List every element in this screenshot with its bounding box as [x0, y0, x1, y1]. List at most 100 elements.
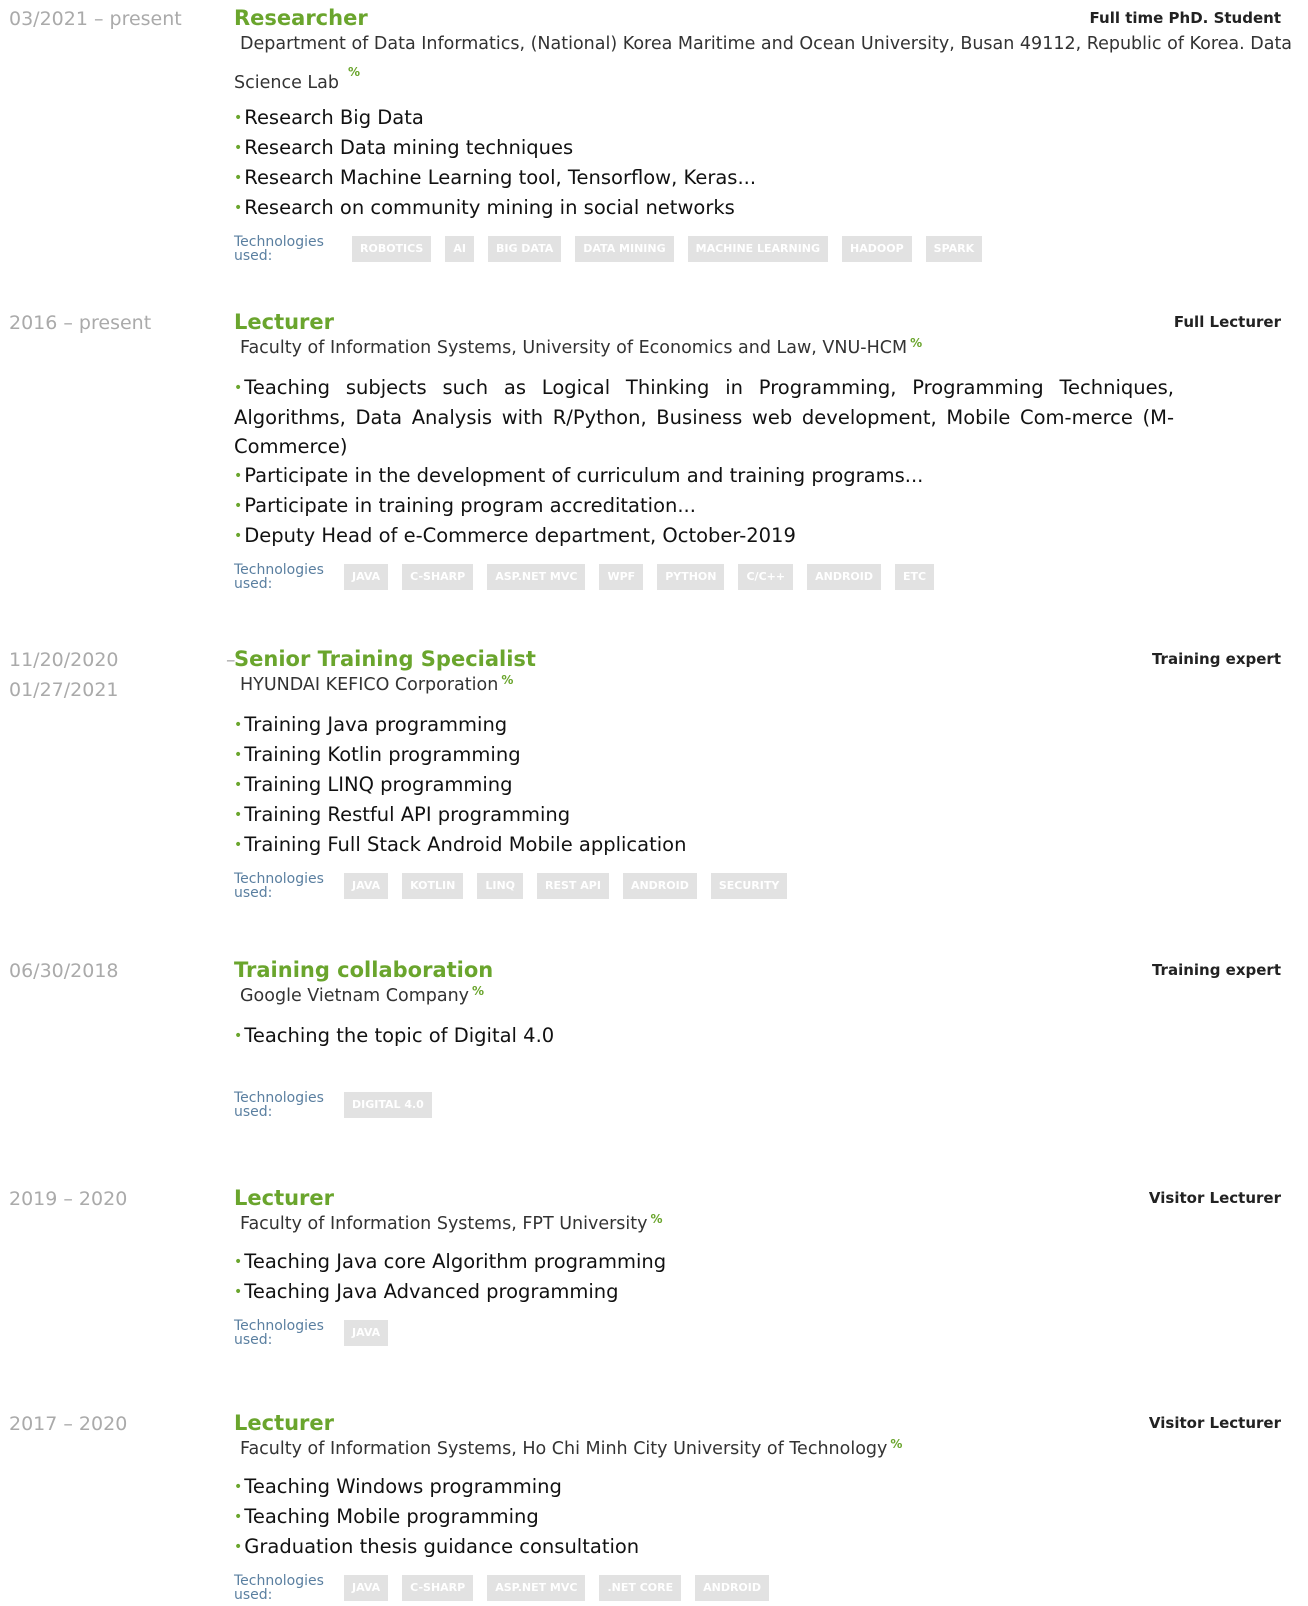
bullet-icon: •	[234, 1509, 243, 1525]
tech-tag[interactable]: .NET Core	[599, 1575, 682, 1601]
list-item: • Training Full Stack Android Mobile appl…	[234, 830, 1294, 860]
tech-tag[interactable]: Big Data	[487, 236, 562, 262]
tech-tag[interactable]: AI	[445, 236, 474, 262]
tag-list: Java C-Sharp ASP.NET MVC WPF Python C/C+…	[344, 559, 948, 590]
tech-tag[interactable]: Spark	[925, 236, 983, 262]
link-icon[interactable]: %	[501, 672, 513, 688]
bullet-text: Training Kotlin programming	[244, 743, 521, 766]
tech-tag[interactable]: ASP.NET MVC	[487, 1575, 586, 1601]
bullet-text: Research Big Data	[244, 106, 424, 129]
list-item: • Teaching Java Advanced programming	[234, 1277, 1294, 1307]
bullet-text: Teaching Java core Algorithm programming	[244, 1250, 667, 1273]
tag-list: Java	[344, 1315, 402, 1346]
entry-content: Lecturer Full Lecturer Faculty of Inform…	[234, 309, 1294, 591]
tech-label: Technologies used:	[234, 1090, 324, 1120]
tech-tag[interactable]: Android	[622, 873, 697, 899]
tech-tag[interactable]: Hadoop	[842, 236, 912, 262]
tech-tag[interactable]: Java	[344, 1575, 389, 1601]
bullet-icon: •	[234, 498, 243, 514]
bullet-text: Participate in the development of curric…	[244, 464, 924, 487]
entry-content: Senior Training Specialist Training expe…	[234, 646, 1294, 900]
tech-tag[interactable]: Java	[344, 873, 389, 899]
link-icon[interactable]: %	[890, 1436, 902, 1452]
tag-list: Java Kotlin LINQ REST API Android Securi…	[344, 868, 801, 899]
bullet-list: • Teaching Windows programming • Teaching …	[234, 1472, 1294, 1562]
tech-tag[interactable]: Data Mining	[575, 236, 674, 262]
bullet-text: Teaching subjects such as Logical Thinki…	[234, 376, 1174, 458]
tech-tag[interactable]: LINQ	[477, 873, 524, 899]
tech-tag[interactable]: Python	[657, 564, 725, 590]
tech-tag[interactable]: Kotlin	[402, 873, 464, 899]
company-text: Faculty of Information Systems, Universi…	[240, 338, 908, 358]
tech-tag[interactable]: Android	[807, 564, 881, 590]
tech-tag[interactable]: C/C++	[738, 564, 794, 590]
bullet-text: Graduation thesis guidance consultation	[244, 1535, 640, 1558]
list-item: • Participate in training program accredi…	[234, 491, 1294, 521]
tech-row: Technologies used: Java Kotlin LINQ REST…	[234, 868, 1294, 900]
entry-date: 2016 – present	[9, 312, 152, 334]
link-icon[interactable]: %	[650, 1211, 662, 1227]
tech-tag[interactable]: REST API	[537, 873, 609, 899]
tech-tag[interactable]: Robotics	[352, 236, 432, 262]
bullet-list: • Teaching the topic of Digital 4.0	[234, 1021, 1294, 1051]
tech-tag[interactable]: C-Sharp	[402, 1575, 474, 1601]
tech-tag[interactable]: WPF	[599, 564, 644, 590]
list-item: • Research Machine Learning tool, Tensorf…	[234, 163, 1294, 193]
entry-company: Faculty of Information Systems, FPT Univ…	[240, 1211, 1294, 1237]
tag-list: Digital 4.0	[344, 1087, 446, 1118]
bullet-icon: •	[234, 468, 243, 484]
bullet-text: Research Data mining techniques	[244, 136, 574, 159]
list-item: • Research on community mining in social …	[234, 193, 1294, 223]
tech-tag[interactable]: etc	[895, 564, 935, 590]
entry-role: Visitor Lecturer	[1148, 1189, 1281, 1207]
list-item: • Teaching Mobile programming	[234, 1502, 1294, 1532]
bullet-text: Research Machine Learning tool, Tensorfl…	[244, 166, 757, 189]
bullet-icon: •	[234, 170, 243, 186]
link-icon[interactable]: %	[342, 64, 360, 80]
list-item: • Graduation thesis guidance consultation	[234, 1532, 1294, 1562]
company-text: HYUNDAI KEFICO Corporation	[240, 675, 499, 695]
bullet-icon: •	[234, 1539, 243, 1555]
entry-title: Training collaboration	[234, 958, 494, 982]
entry-role: Training expert	[1151, 961, 1281, 979]
entry-title: Senior Training Specialist	[234, 647, 536, 671]
tech-tag[interactable]: ASP.NET MVC	[487, 564, 586, 590]
entry-content: Lecturer Visitor Lecturer Faculty of Inf…	[234, 1185, 1294, 1347]
bullet-text: Research on community mining in social n…	[244, 196, 735, 219]
bullet-text: Training Java programming	[244, 713, 508, 736]
entry-company: Faculty of Information Systems, Ho Chi M…	[240, 1436, 1294, 1462]
tech-label: Technologies used:	[234, 234, 324, 264]
tech-tag[interactable]: Digital 4.0	[344, 1092, 432, 1118]
bullet-text: Training Full Stack Android Mobile appli…	[244, 833, 687, 856]
tech-tag[interactable]: Android	[695, 1575, 770, 1601]
bullet-icon: •	[234, 200, 243, 216]
tech-tag[interactable]: Machine Learning	[687, 236, 829, 262]
bullet-icon: •	[234, 747, 243, 763]
list-item: • Training LINQ programming	[234, 770, 1294, 800]
bullet-icon: •	[234, 777, 243, 793]
entry-title: Lecturer	[234, 1411, 335, 1435]
entry-company: HYUNDAI KEFICO Corporation%	[240, 672, 1294, 698]
tech-tag[interactable]: C-Sharp	[402, 564, 474, 590]
list-item: • Teaching Java core Algorithm programmin…	[234, 1247, 1294, 1277]
entry-title: Lecturer	[234, 310, 335, 334]
tech-tag[interactable]: Security	[710, 873, 788, 899]
bullet-icon: •	[234, 807, 243, 823]
bullet-list: • Teaching subjects such as Logical Think…	[234, 373, 1294, 551]
tech-row: Technologies used: Java	[234, 1315, 1294, 1347]
list-item: • Research Big Data	[234, 103, 1294, 133]
link-icon[interactable]: %	[910, 335, 922, 351]
tag-list: Robotics AI Big Data Data Mining Machine…	[352, 231, 996, 262]
bullet-icon: •	[234, 1284, 243, 1300]
bullet-icon: •	[234, 1254, 243, 1270]
tech-row: Technologies used: Java C-Sharp ASP.NET …	[234, 559, 1294, 591]
list-item: • Research Data mining techniques	[234, 133, 1294, 163]
tech-tag[interactable]: Java	[344, 564, 389, 590]
list-item: • Training Kotlin programming	[234, 740, 1294, 770]
bullet-icon: •	[234, 528, 243, 544]
link-icon[interactable]: %	[472, 983, 484, 999]
tech-row: Technologies used: Java C-Sharp ASP.NET …	[234, 1570, 1294, 1602]
tech-tag[interactable]: Java	[344, 1320, 389, 1346]
list-item: • Deputy Head of e-Commerce department, O…	[234, 521, 1294, 551]
tech-label: Technologies used:	[234, 871, 324, 901]
